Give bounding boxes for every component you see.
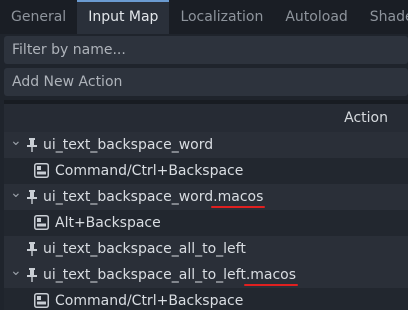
action-name: ui_text_backspace_word: [43, 137, 214, 153]
event-name: Alt+Backspace: [55, 215, 161, 231]
tab-shader[interactable]: Shader: [359, 0, 408, 34]
tab-input-map[interactable]: Input Map: [77, 0, 170, 34]
add-action-input[interactable]: Add New Action: [4, 68, 408, 96]
keyboard-icon: [34, 215, 49, 230]
event-name: Command/Ctrl+Backspace: [55, 163, 244, 179]
chevron-down-icon[interactable]: ⌄: [10, 264, 22, 278]
chevron-down-icon[interactable]: ⌄: [10, 134, 22, 148]
action-name: ui_text_backspace_all_to_left: [43, 241, 246, 257]
event-name: Command/Ctrl+Backspace: [55, 293, 244, 309]
tab-autoload[interactable]: Autoload: [274, 0, 358, 34]
tab-general[interactable]: General: [0, 0, 77, 34]
tree-column-header: Action: [4, 104, 408, 132]
highlight-underline: [243, 284, 299, 286]
action-row[interactable]: ui_text_backspace_all_to_left: [4, 236, 408, 262]
tab-localization[interactable]: Localization: [169, 0, 274, 34]
pin-icon: [26, 241, 38, 257]
action-row[interactable]: ⌄ ui_text_backspace_word: [4, 132, 408, 158]
action-row[interactable]: ⌄ ui_text_backspace_word.macos: [4, 184, 408, 210]
action-name: ui_text_backspace_word.macos: [43, 189, 264, 205]
highlight-underline: [211, 206, 266, 208]
action-tree: Action ⌄ ui_text_backspace_word Command/Ct…: [4, 100, 408, 310]
pin-icon: [26, 137, 38, 153]
keyboard-icon: [34, 163, 49, 178]
event-row[interactable]: Alt+Backspace: [4, 210, 408, 236]
action-row[interactable]: ⌄ ui_text_backspace_all_to_left.macos: [4, 262, 408, 288]
filter-input[interactable]: Filter by name...: [4, 36, 408, 64]
pin-icon: [26, 189, 38, 205]
event-row[interactable]: Command/Ctrl+Backspace: [4, 158, 408, 184]
pin-icon: [26, 267, 38, 283]
action-column-label: Action: [344, 110, 388, 126]
chevron-down-icon[interactable]: ⌄: [10, 186, 22, 200]
action-name: ui_text_backspace_all_to_left.macos: [43, 267, 297, 283]
keyboard-icon: [34, 293, 49, 308]
event-row[interactable]: Command/Ctrl+Backspace: [4, 288, 408, 310]
tab-bar: General Input Map Localization Autoload …: [0, 0, 408, 34]
